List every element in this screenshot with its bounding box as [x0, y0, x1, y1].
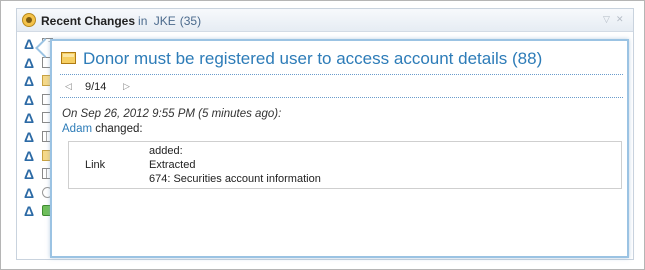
delta-icon: Δ — [24, 73, 35, 90]
widget-title: Recent Changes in JKE (35) — [41, 14, 201, 28]
widget-title-text: Recent Changes — [41, 14, 136, 28]
change-author: Adam changed: — [62, 123, 143, 135]
delta-icon: Δ — [24, 203, 35, 220]
change-timestamp: On Sep 26, 2012 9:55 PM (5 minutes ago): — [62, 108, 282, 120]
popup-title[interactable]: Donor must be registered user to access … — [83, 49, 542, 69]
next-arrow-icon[interactable]: ▷ — [123, 81, 130, 92]
widget-scope[interactable]: JKE — [154, 14, 176, 28]
divider — [60, 74, 623, 75]
widget-header: Recent Changes in JKE (35) ▽ ✕ — [17, 9, 633, 32]
change-field: Link — [85, 159, 106, 171]
divider — [60, 97, 623, 98]
widget-scope-prefix: in — [138, 14, 148, 28]
widget-close-icon[interactable]: ✕ — [616, 14, 626, 24]
change-table: Link added: Extracted 674: Securities ac… — [68, 141, 622, 189]
change-line: Extracted — [149, 159, 196, 171]
change-action: changed: — [95, 123, 143, 135]
delta-icon: Δ — [24, 166, 35, 183]
widget-menu-icon[interactable]: ▽ — [603, 14, 613, 24]
work-item-hover-popup: Donor must be registered user to access … — [50, 39, 629, 258]
delta-icon: Δ — [24, 110, 35, 127]
delta-icon: Δ — [24, 147, 35, 164]
change-line: added: — [149, 145, 183, 157]
delta-icon: Δ — [24, 128, 35, 145]
prev-arrow-icon[interactable]: ◁ — [65, 81, 72, 92]
user-link[interactable]: Adam — [62, 123, 92, 135]
delta-icon: Δ — [24, 184, 35, 201]
widget-count: (35) — [179, 14, 202, 28]
change-line: 674: Securities account information — [149, 173, 321, 185]
widget-badge-icon — [22, 13, 36, 27]
nav-position: 9/14 — [85, 81, 107, 93]
work-item-story-icon — [61, 52, 76, 64]
delta-icon: Δ — [24, 91, 35, 108]
delta-icon: Δ — [24, 54, 35, 71]
delta-icon: Δ — [24, 36, 35, 52]
